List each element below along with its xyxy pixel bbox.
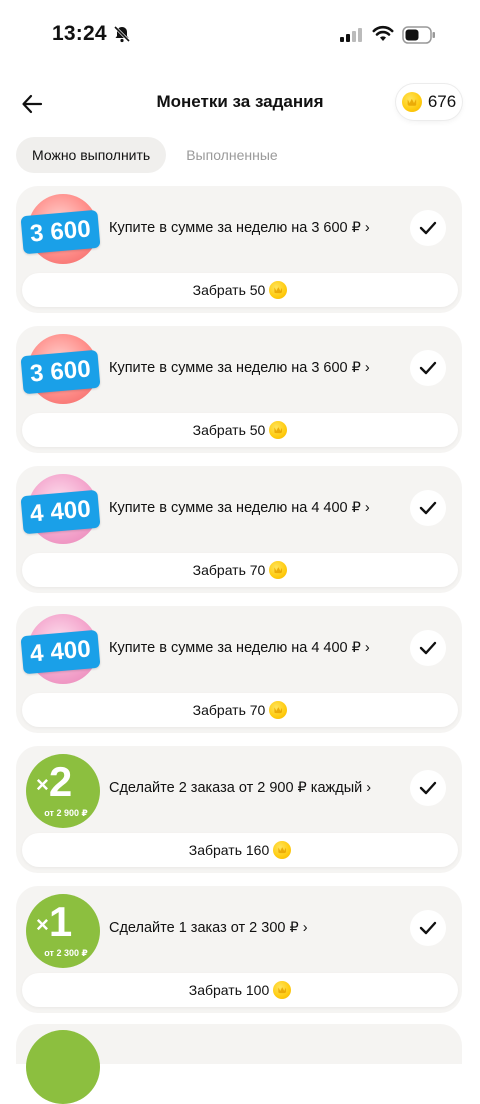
coin-balance-value: 676 — [427, 92, 457, 111]
task-card: 4 400 Купите в сумме за неделю на 4 400 … — [16, 466, 462, 593]
status-time: 13:24 — [52, 22, 107, 45]
task-title[interactable]: Купите в сумме за неделю на 4 400 ₽ › — [109, 500, 370, 516]
wifi-icon — [372, 25, 394, 41]
claim-button[interactable]: Забрать 160 — [22, 833, 458, 867]
check-button[interactable] — [410, 770, 446, 806]
claim-button[interactable]: Забрать 70 — [22, 553, 458, 587]
header: Монетки за задания 676 — [0, 80, 480, 126]
checkmark-icon — [419, 361, 437, 375]
badge-amount: 4 400 — [20, 629, 101, 675]
tab-completed[interactable]: Выполненные — [170, 137, 293, 173]
task-card: × 2 от 2 900 ₽ Сделайте 2 заказа от 2 90… — [16, 746, 462, 873]
task-title[interactable]: Купите в сумме за неделю на 3 600 ₽ › — [109, 360, 370, 376]
checkmark-icon — [419, 921, 437, 935]
task-badge: × 1 от 2 300 ₽ — [22, 894, 108, 972]
claim-button[interactable]: Забрать 50 — [22, 273, 458, 307]
check-button[interactable] — [410, 350, 446, 386]
claim-label: Забрать 100 — [188, 982, 270, 998]
coin-icon — [269, 421, 288, 439]
tab-available[interactable]: Можно выполнить — [16, 137, 167, 173]
badge-order-count: × 2 — [36, 758, 73, 805]
coin-icon — [269, 701, 288, 719]
task-badge: 4 400 — [20, 474, 108, 552]
coin-icon — [269, 561, 288, 579]
coin-balance[interactable]: 676 — [396, 84, 462, 120]
badge-min-amount: от 2 900 ₽ — [44, 808, 88, 818]
task-card: 3 600 Купите в сумме за неделю на 3 600 … — [16, 186, 462, 313]
claim-button[interactable]: Забрать 100 — [22, 973, 458, 1007]
badge-amount: 4 400 — [20, 489, 101, 535]
coin-icon — [273, 981, 292, 999]
task-badge: 3 600 — [20, 334, 108, 412]
bell-slash-icon — [113, 25, 131, 43]
badge-amount: 3 600 — [20, 209, 101, 255]
task-title[interactable]: Купите в сумме за неделю на 4 400 ₽ › — [109, 640, 370, 656]
check-button[interactable] — [410, 490, 446, 526]
battery-icon — [402, 26, 435, 44]
badge-order-count: × 1 — [36, 898, 73, 945]
coin-icon — [401, 92, 422, 112]
claim-label: Забрать 50 — [192, 282, 266, 298]
task-card-partial — [16, 1024, 462, 1104]
task-title[interactable]: Сделайте 2 заказа от 2 900 ₽ каждый › — [109, 780, 371, 796]
claim-label: Забрать 50 — [192, 422, 266, 438]
tabs: Можно выполнить Выполненные — [16, 137, 294, 173]
check-button[interactable] — [410, 210, 446, 246]
checkmark-icon — [419, 221, 437, 235]
task-badge: 3 600 — [20, 194, 108, 272]
checkmark-icon — [419, 641, 437, 655]
claim-button[interactable]: Забрать 50 — [22, 413, 458, 447]
checkmark-icon — [419, 781, 437, 795]
claim-label: Забрать 70 — [192, 562, 266, 578]
task-title[interactable]: Сделайте 1 заказ от 2 300 ₽ › — [109, 920, 308, 936]
cellular-signal-icon — [340, 28, 362, 42]
task-card: × 1 от 2 300 ₽ Сделайте 1 заказ от 2 300… — [16, 886, 462, 1013]
coin-icon — [273, 841, 292, 859]
status-bar: 13:24 — [0, 0, 480, 70]
checkmark-icon — [419, 501, 437, 515]
check-button[interactable] — [410, 630, 446, 666]
badge-amount: 3 600 — [20, 349, 101, 395]
claim-label: Забрать 70 — [192, 702, 266, 718]
task-card: 3 600 Купите в сумме за неделю на 3 600 … — [16, 326, 462, 453]
task-title[interactable]: Купите в сумме за неделю на 3 600 ₽ › — [109, 220, 370, 236]
claim-label: Забрать 160 — [188, 842, 270, 858]
claim-button[interactable]: Забрать 70 — [22, 693, 458, 727]
coin-icon — [269, 281, 288, 299]
badge-min-amount: от 2 300 ₽ — [44, 948, 88, 958]
badge-circle — [26, 1030, 100, 1104]
check-button[interactable] — [410, 910, 446, 946]
task-list: 3 600 Купите в сумме за неделю на 3 600 … — [16, 186, 462, 1026]
task-card: 4 400 Купите в сумме за неделю на 4 400 … — [16, 606, 462, 733]
task-badge: 4 400 — [20, 614, 108, 692]
task-badge: × 2 от 2 900 ₽ — [22, 754, 108, 832]
